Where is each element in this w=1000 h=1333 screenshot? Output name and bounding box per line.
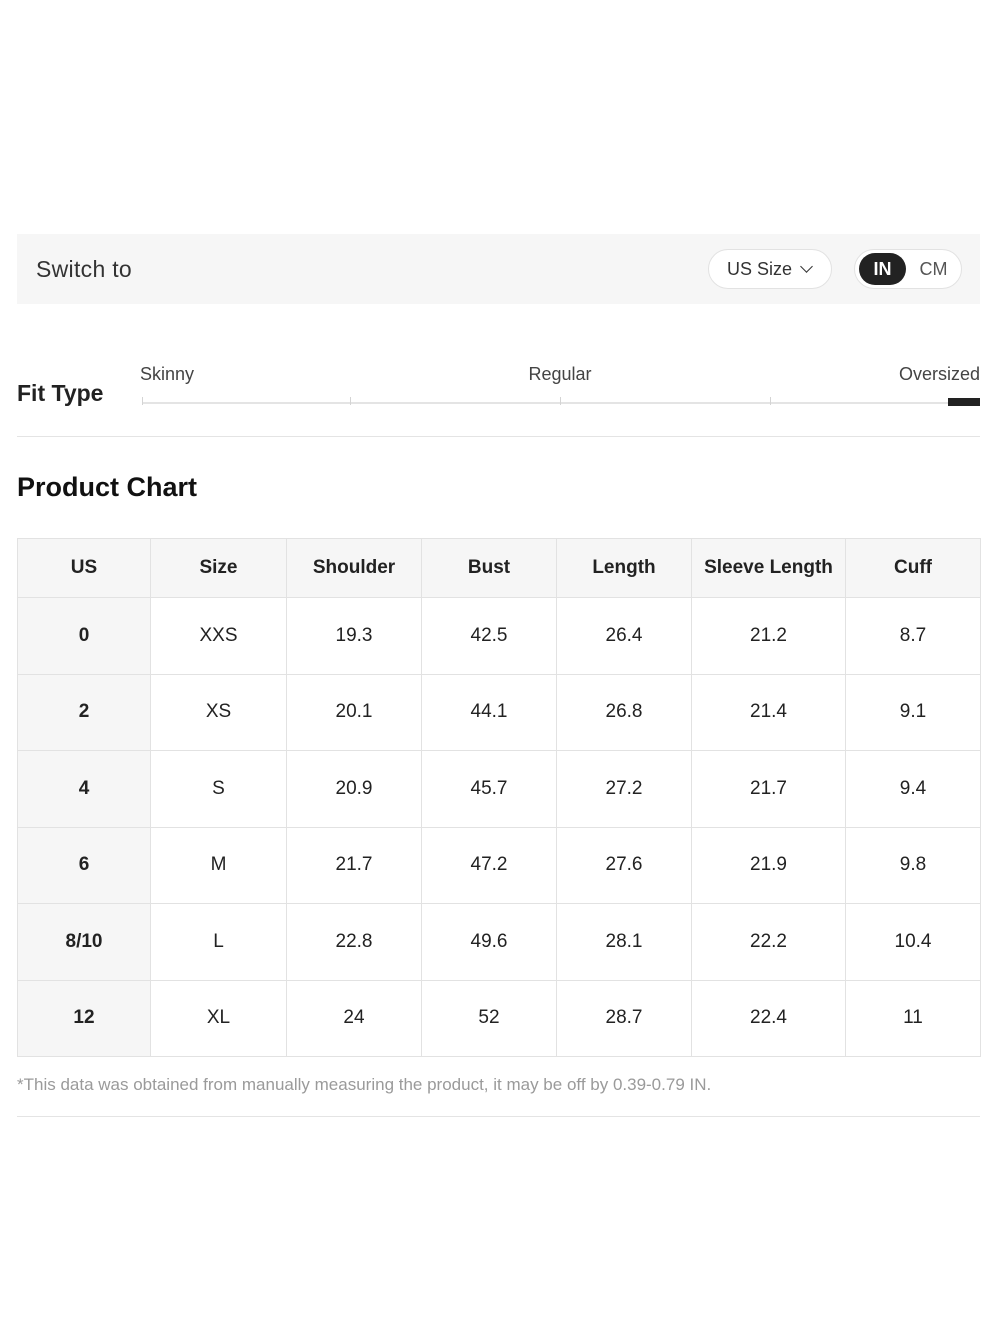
table-cell: 42.5 [421,597,557,675]
table-cell: 28.1 [556,903,692,981]
switch-bar: Switch to US Size IN CM [17,234,980,304]
table-cell: 4 [17,750,151,828]
fit-selected-marker [948,398,980,406]
fit-tick [350,397,351,405]
table-cell: 21.4 [691,673,846,751]
table-cell: 26.8 [556,673,692,751]
column-header-shoulder: Shoulder [286,538,422,598]
table-cell: S [150,750,287,828]
table-cell: 9.4 [845,750,981,828]
table-cell: 8.7 [845,597,981,675]
table-cell: 9.1 [845,673,981,751]
table-cell: 27.6 [556,826,692,904]
table-cell: 44.1 [421,673,557,751]
table-cell: 27.2 [556,750,692,828]
table-cell: M [150,826,287,904]
table-row: 4 S 20.9 45.7 27.2 21.7 9.4 [17,750,981,828]
chevron-down-icon [800,260,813,273]
table-cell: XL [150,979,287,1057]
fit-tick [142,397,143,405]
bottom-divider [17,1116,980,1117]
unit-option-cm[interactable]: CM [910,253,957,285]
fit-scale-label-skinny: Skinny [140,364,195,384]
column-header-size: Size [150,538,287,598]
table-cell: 8/10 [17,903,151,981]
table-cell: 24 [286,979,422,1057]
table-cell: 22.4 [691,979,846,1057]
table-cell: 22.8 [286,903,422,981]
table-cell: XS [150,673,287,751]
column-header-us: US [17,538,151,598]
fit-scale-label-regular: Regular [528,364,592,384]
table-cell: 19.3 [286,597,422,675]
table-cell: 52 [421,979,557,1057]
table-cell: 21.9 [691,826,846,904]
table-row: 8/10 L 22.8 49.6 28.1 22.2 10.4 [17,903,981,981]
table-cell: XXS [150,597,287,675]
size-system-dropdown[interactable]: US Size [707,249,832,289]
switch-controls: US Size IN CM [707,249,962,289]
fit-tick [770,397,771,405]
fit-track [142,402,980,404]
table-row: 6 M 21.7 47.2 27.6 21.9 9.8 [17,826,981,904]
table-row: 2 XS 20.1 44.1 26.8 21.4 9.1 [17,673,981,751]
table-cell: 49.6 [421,903,557,981]
column-header-sleeve-length: Sleeve Length [691,538,846,598]
table-cell: 20.9 [286,750,422,828]
table-cell: 0 [17,597,151,675]
size-system-value: US Size [726,258,792,279]
table-cell: 6 [17,826,151,904]
table-cell: 20.1 [286,673,422,751]
fit-type-label: Fit Type [17,380,104,406]
table-cell: 26.4 [556,597,692,675]
fit-tick [560,397,561,405]
table-cell: 9.8 [845,826,981,904]
column-header-length: Length [556,538,692,598]
switch-label: Switch to [36,255,133,282]
table-cell: 45.7 [421,750,557,828]
table-cell: 21.2 [691,597,846,675]
unit-option-in[interactable]: IN [859,253,906,285]
table-cell: 28.7 [556,979,692,1057]
product-chart-title: Product Chart [17,472,198,502]
table-cell: L [150,903,287,981]
table-cell: 2 [17,673,151,751]
table-cell: 47.2 [421,826,557,904]
table-row: 0 XXS 19.3 42.5 26.4 21.2 8.7 [17,597,981,675]
table-cell: 11 [845,979,981,1057]
unit-toggle: IN CM [854,249,962,289]
fit-scale-label-oversized: Oversized [898,364,980,384]
table-row: 12 XL 24 52 28.7 22.4 11 [17,979,981,1057]
section-divider [17,436,980,437]
fit-type-scale: Skinny Regular Oversized [140,362,980,412]
table-header-row: US Size Shoulder Bust Length Sleeve Leng… [17,538,981,598]
table-cell: 12 [17,979,151,1057]
table-cell: 21.7 [691,750,846,828]
table-cell: 22.2 [691,903,846,981]
column-header-bust: Bust [421,538,557,598]
size-guide: Switch to US Size IN CM Fit Type Skinny … [0,0,1000,1333]
size-table: US Size Shoulder Bust Length Sleeve Leng… [17,538,981,1057]
measurement-note: *This data was obtained from manually me… [17,1075,712,1094]
table-cell: 21.7 [286,826,422,904]
table-cell: 10.4 [845,903,981,981]
column-header-cuff: Cuff [845,538,981,598]
